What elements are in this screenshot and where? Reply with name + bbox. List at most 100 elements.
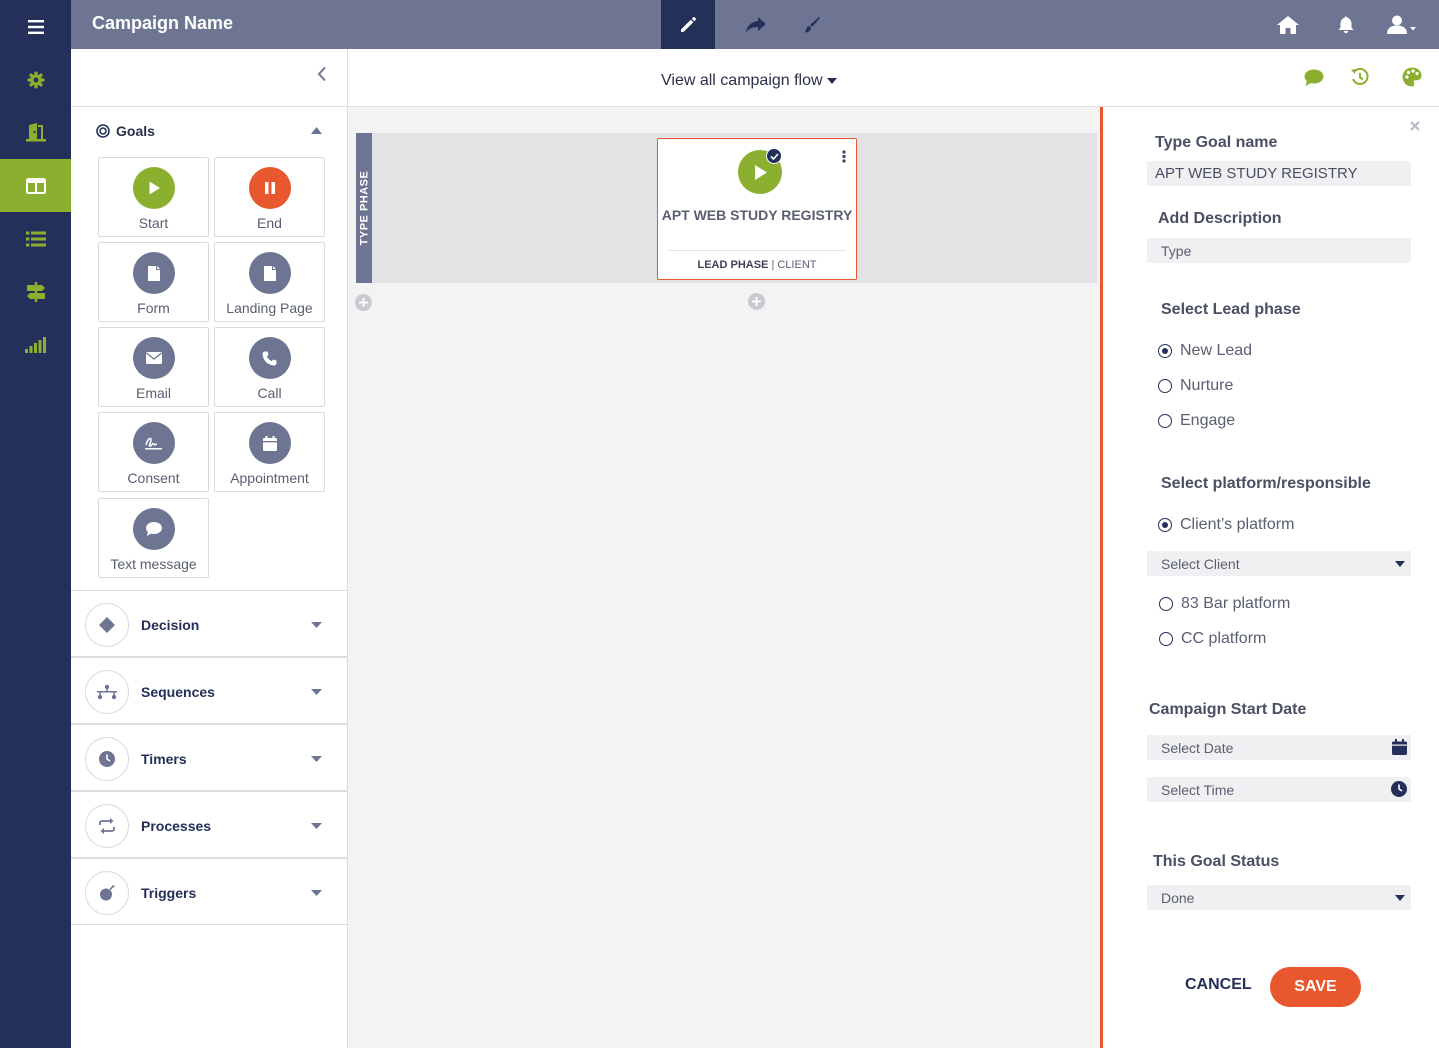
date-input[interactable]: Select Date [1147, 735, 1411, 760]
tile-start[interactable]: Start [98, 157, 209, 237]
caret-down-icon [826, 78, 837, 84]
add-goal-icon[interactable] [748, 293, 765, 310]
radio-cc-platform[interactable]: CC platform [1159, 630, 1266, 648]
palette-icon[interactable] [1402, 67, 1422, 87]
goal-name-label: Type Goal name [1155, 134, 1278, 151]
calendar-icon[interactable] [1392, 739, 1407, 755]
clock-icon [85, 737, 129, 781]
play-icon [132, 167, 175, 209]
envelope-icon [132, 337, 175, 379]
section-label: Timers [141, 751, 187, 767]
caret-down-icon [311, 756, 322, 762]
bomb-icon [85, 871, 129, 915]
section-triggers[interactable]: Triggers [71, 858, 348, 925]
radio-clients-platform[interactable]: Client’s platform [1158, 516, 1294, 534]
chevron-left-icon[interactable] [317, 66, 327, 82]
radio-dot [1158, 518, 1172, 532]
tile-text-message[interactable]: Text message [98, 498, 209, 578]
goal-status-label: This Goal Status [1153, 853, 1280, 870]
start-date-label: Campaign Start Date [1149, 701, 1307, 718]
share-arrow-icon[interactable] [729, 0, 783, 49]
cancel-button[interactable]: CANCEL [1185, 976, 1252, 994]
goals-header[interactable]: Goals [96, 123, 155, 139]
section-processes[interactable]: Processes [71, 791, 348, 858]
section-timers[interactable]: Timers [71, 724, 348, 791]
add-phase-icon[interactable] [355, 294, 372, 311]
radio-nurture[interactable]: Nurture [1158, 377, 1233, 395]
more-vertical-icon[interactable] [842, 150, 846, 163]
user-menu-icon[interactable] [1375, 0, 1429, 49]
time-input[interactable]: Select Time [1147, 777, 1411, 802]
chat-icon [132, 508, 175, 550]
phase-label: TYPE PHASE [358, 170, 370, 246]
radio-label: Engage [1180, 412, 1236, 429]
tile-form[interactable]: Form [98, 242, 209, 322]
select-client-dropdown[interactable]: Select Client [1147, 551, 1411, 576]
caret-down-icon [1395, 895, 1405, 901]
palette-toolbar [71, 49, 347, 107]
radio-engage[interactable]: Engage [1158, 412, 1235, 430]
tile-email[interactable]: Email [98, 327, 209, 407]
diamond-icon [85, 603, 129, 647]
calendar-icon [248, 422, 291, 464]
close-icon[interactable] [1410, 121, 1420, 131]
tile-landing-page[interactable]: Landing Page [214, 242, 325, 322]
check-icon [766, 148, 782, 164]
signal-bars-icon[interactable] [0, 318, 71, 371]
node-phase: LEAD PHASE [697, 259, 769, 271]
pause-icon [248, 167, 291, 209]
description-input[interactable]: Type [1147, 238, 1411, 263]
signpost-icon[interactable] [0, 265, 71, 318]
tile-consent[interactable]: Consent [98, 412, 209, 492]
section-label: Processes [141, 818, 212, 834]
left-rail [0, 0, 71, 1048]
tile-label: End [257, 215, 282, 231]
document-icon [132, 252, 175, 294]
flow-canvas[interactable]: TYPE PHASE APT WEB STUDY REGISTRY LEAD P… [348, 107, 1100, 1048]
radio-label: CC platform [1181, 630, 1267, 647]
tile-label: Text message [110, 556, 197, 572]
radio-new-lead[interactable]: New Lead [1158, 342, 1252, 360]
history-icon[interactable] [1350, 67, 1370, 87]
radio-83bar-platform[interactable]: 83 Bar platform [1159, 595, 1290, 613]
tile-call[interactable]: Call [214, 327, 325, 407]
campaign-title: Campaign Name [92, 13, 234, 33]
platform-label: Select platform/responsible [1161, 475, 1371, 492]
section-label: Decision [141, 617, 200, 633]
phase-tab[interactable]: TYPE PHASE [356, 133, 372, 283]
tile-label: Form [137, 300, 170, 316]
clock-icon[interactable] [1391, 781, 1407, 797]
tile-end[interactable]: End [214, 157, 325, 237]
layout-icon[interactable] [0, 159, 71, 212]
menu-icon[interactable] [0, 0, 71, 53]
caret-up-icon[interactable] [311, 127, 322, 134]
comment-icon[interactable] [1304, 69, 1324, 86]
goal-node[interactable]: APT WEB STUDY REGISTRY LEAD PHASE | CLIE… [657, 138, 857, 280]
campaign-flow-select[interactable]: View all campaign flow [661, 72, 837, 90]
pencil-icon[interactable] [661, 0, 715, 49]
brush-icon[interactable] [785, 0, 839, 49]
lead-phase-label: Select Lead phase [1161, 301, 1301, 318]
gear-icon[interactable] [0, 53, 71, 106]
radio-dot [1158, 344, 1172, 358]
list-icon[interactable] [0, 212, 71, 265]
door-icon[interactable] [0, 106, 71, 159]
radio-label: New Lead [1180, 342, 1253, 359]
bell-icon[interactable] [1319, 0, 1373, 49]
goal-name-input[interactable]: APT WEB STUDY REGISTRY [1147, 161, 1411, 186]
node-title: APT WEB STUDY REGISTRY [661, 207, 853, 223]
goal-status-dropdown[interactable]: Done [1147, 885, 1411, 910]
section-decision[interactable]: Decision [71, 590, 348, 657]
tile-appointment[interactable]: Appointment [214, 412, 325, 492]
tile-label: Consent [127, 470, 180, 486]
caret-down-icon [311, 622, 322, 628]
flow-select-label: View all campaign flow [661, 72, 823, 89]
save-button[interactable]: SAVE [1270, 967, 1361, 1007]
tile-label: Appointment [230, 470, 309, 486]
canvas-toolbar: View all campaign flow [348, 49, 1439, 107]
home-icon[interactable] [1261, 0, 1315, 49]
section-label: Triggers [141, 885, 197, 901]
tile-label: Email [135, 385, 171, 401]
section-sequences[interactable]: Sequences [71, 657, 348, 724]
caret-down-icon [1395, 561, 1405, 567]
